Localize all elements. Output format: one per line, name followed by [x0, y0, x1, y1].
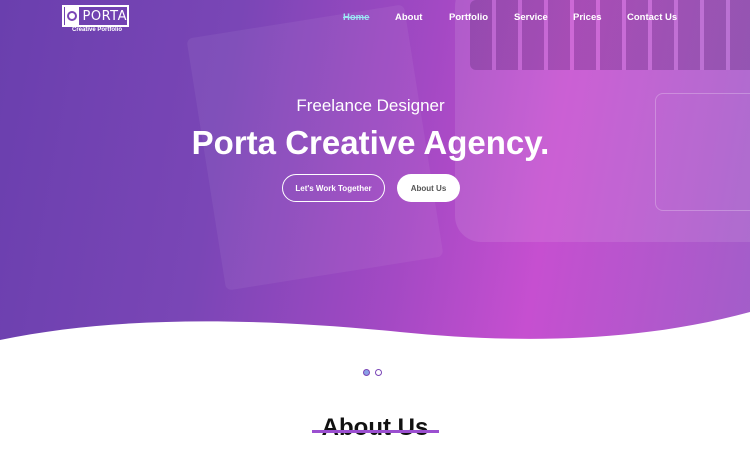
hero-subtitle: Freelance Designer	[296, 96, 445, 115]
lets-work-together-button[interactable]: Let's Work Together	[282, 174, 385, 202]
about-heading-accent-line	[312, 430, 439, 433]
slider-dot-1[interactable]	[363, 369, 370, 376]
nav-item-home[interactable]: Home	[343, 12, 369, 23]
background-keyboard-image	[470, 0, 750, 70]
slider-dot-2[interactable]	[375, 369, 382, 376]
nav-item-contact[interactable]: Contact Us	[627, 12, 677, 23]
nav-item-portfolio[interactable]: Portfolio	[449, 12, 488, 23]
hero-title: Porta Creative Agency.	[191, 124, 550, 161]
logo-text: PORTA	[82, 8, 127, 24]
logo-tagline: Creative Portfolio	[72, 27, 123, 33]
logo-mark-icon	[65, 7, 79, 25]
about-heading: About Us	[321, 414, 429, 441]
logo[interactable]: PORTA	[62, 5, 129, 27]
nav-item-service[interactable]: Service	[514, 12, 548, 23]
nav-item-about[interactable]: About	[395, 12, 422, 23]
about-us-button[interactable]: About Us	[397, 174, 460, 202]
hero-wave-divider	[0, 312, 750, 360]
nav-item-prices[interactable]: Prices	[573, 12, 602, 23]
hero-section: PORTA Creative Portfolio Home About Port…	[0, 0, 750, 345]
